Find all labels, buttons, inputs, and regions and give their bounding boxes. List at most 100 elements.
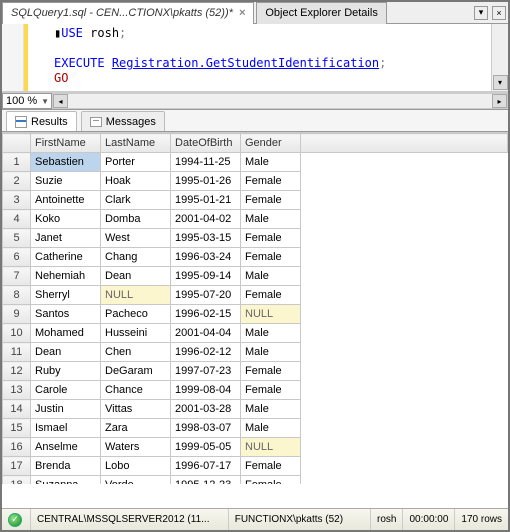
cell[interactable]: Santos bbox=[31, 305, 101, 324]
row-header[interactable]: 1 bbox=[3, 153, 31, 172]
tab-messages[interactable]: Messages bbox=[81, 111, 165, 131]
row-header[interactable]: 12 bbox=[3, 362, 31, 381]
cell[interactable]: Female bbox=[241, 476, 301, 485]
cell[interactable]: 1999-05-05 bbox=[171, 438, 241, 457]
cell[interactable]: Female bbox=[241, 457, 301, 476]
cell[interactable]: Mohamed bbox=[31, 324, 101, 343]
cell[interactable]: NULL bbox=[101, 286, 171, 305]
cell[interactable]: Male bbox=[241, 267, 301, 286]
row-header[interactable]: 14 bbox=[3, 400, 31, 419]
cell[interactable]: Male bbox=[241, 400, 301, 419]
cell[interactable]: Chang bbox=[101, 248, 171, 267]
table-row[interactable]: 2SuzieHoak1995-01-26Female bbox=[3, 172, 508, 191]
cell[interactable]: 1996-07-17 bbox=[171, 457, 241, 476]
cell[interactable]: Ruby bbox=[31, 362, 101, 381]
scroll-left-icon[interactable]: ◂ bbox=[53, 94, 68, 108]
table-row[interactable]: 4KokoDomba2001-04-02Male bbox=[3, 210, 508, 229]
table-row[interactable]: 11DeanChen1996-02-12Male bbox=[3, 343, 508, 362]
cell[interactable]: Male bbox=[241, 419, 301, 438]
cell[interactable]: Domba bbox=[101, 210, 171, 229]
cell[interactable]: Dean bbox=[101, 267, 171, 286]
table-row[interactable]: 14JustinVittas2001-03-28Male bbox=[3, 400, 508, 419]
col-dateofbirth[interactable]: DateOfBirth bbox=[171, 134, 241, 153]
row-header[interactable]: 17 bbox=[3, 457, 31, 476]
cell[interactable]: 1995-01-26 bbox=[171, 172, 241, 191]
cell[interactable]: 1999-08-04 bbox=[171, 381, 241, 400]
col-firstname[interactable]: FirstName bbox=[31, 134, 101, 153]
cell[interactable]: 1996-03-24 bbox=[171, 248, 241, 267]
cell[interactable]: 1998-03-07 bbox=[171, 419, 241, 438]
cell[interactable]: Sherryl bbox=[31, 286, 101, 305]
cell[interactable]: Nehemiah bbox=[31, 267, 101, 286]
tab-object-explorer-details[interactable]: Object Explorer Details bbox=[256, 2, 387, 24]
table-row[interactable]: 10MohamedHusseini2001-04-04Male bbox=[3, 324, 508, 343]
row-header[interactable]: 2 bbox=[3, 172, 31, 191]
cell[interactable]: Porter bbox=[101, 153, 171, 172]
cell[interactable]: Catherine bbox=[31, 248, 101, 267]
editor-hscrollbar[interactable]: ◂ ▸ bbox=[52, 93, 508, 109]
cell[interactable]: Female bbox=[241, 172, 301, 191]
cell[interactable]: Hoak bbox=[101, 172, 171, 191]
cell[interactable]: 1995-12-23 bbox=[171, 476, 241, 485]
table-row[interactable]: 16AnselmeWaters1999-05-05NULL bbox=[3, 438, 508, 457]
row-header[interactable]: 10 bbox=[3, 324, 31, 343]
cell[interactable]: NULL bbox=[241, 438, 301, 457]
sql-editor[interactable]: ▮USE rosh; EXECUTE Registration.GetStude… bbox=[2, 24, 508, 92]
cell[interactable]: Ismael bbox=[31, 419, 101, 438]
cell[interactable]: 2001-03-28 bbox=[171, 400, 241, 419]
row-header[interactable]: 9 bbox=[3, 305, 31, 324]
row-header[interactable]: 15 bbox=[3, 419, 31, 438]
cell[interactable]: 2001-04-02 bbox=[171, 210, 241, 229]
chevron-down-icon[interactable]: ▼ bbox=[41, 97, 51, 106]
cell[interactable]: 1996-02-12 bbox=[171, 343, 241, 362]
tab-results[interactable]: Results bbox=[6, 111, 77, 131]
cell[interactable]: 1996-02-15 bbox=[171, 305, 241, 324]
cell[interactable]: Clark bbox=[101, 191, 171, 210]
row-header[interactable]: 4 bbox=[3, 210, 31, 229]
table-row[interactable]: 18SuzannaVerde1995-12-23Female bbox=[3, 476, 508, 485]
table-row[interactable]: 8SherrylNULL1995-07-20Female bbox=[3, 286, 508, 305]
tab-sqlquery[interactable]: SQLQuery1.sql - CEN...CTIONX\pkatts (52)… bbox=[2, 2, 254, 24]
cell[interactable]: Sebastien bbox=[31, 153, 101, 172]
table-row[interactable]: 15IsmaelZara1998-03-07Male bbox=[3, 419, 508, 438]
cell[interactable]: Lobo bbox=[101, 457, 171, 476]
cell[interactable]: Female bbox=[241, 381, 301, 400]
editor-vscrollbar[interactable]: ▾ bbox=[491, 24, 508, 91]
results-grid-wrapper[interactable]: FirstName LastName DateOfBirth Gender 1S… bbox=[2, 132, 508, 484]
cell[interactable]: 1995-03-15 bbox=[171, 229, 241, 248]
cell[interactable]: DeGaram bbox=[101, 362, 171, 381]
cell[interactable]: Koko bbox=[31, 210, 101, 229]
table-row[interactable]: 7NehemiahDean1995-09-14Male bbox=[3, 267, 508, 286]
results-grid[interactable]: FirstName LastName DateOfBirth Gender 1S… bbox=[2, 133, 508, 484]
table-row[interactable]: 1SebastienPorter1994-11-25Male bbox=[3, 153, 508, 172]
row-header[interactable]: 18 bbox=[3, 476, 31, 485]
row-header[interactable]: 11 bbox=[3, 343, 31, 362]
row-header[interactable]: 7 bbox=[3, 267, 31, 286]
table-row[interactable]: 9SantosPacheco1996-02-15NULL bbox=[3, 305, 508, 324]
cell[interactable]: Vittas bbox=[101, 400, 171, 419]
cell[interactable]: West bbox=[101, 229, 171, 248]
cell[interactable]: Husseini bbox=[101, 324, 171, 343]
cell[interactable]: NULL bbox=[241, 305, 301, 324]
col-lastname[interactable]: LastName bbox=[101, 134, 171, 153]
table-row[interactable]: 17BrendaLobo1996-07-17Female bbox=[3, 457, 508, 476]
cell[interactable]: Janet bbox=[31, 229, 101, 248]
cell[interactable]: Anselme bbox=[31, 438, 101, 457]
cell[interactable]: 1994-11-25 bbox=[171, 153, 241, 172]
cell[interactable]: Chen bbox=[101, 343, 171, 362]
cell[interactable]: Male bbox=[241, 210, 301, 229]
cell[interactable]: 1995-07-20 bbox=[171, 286, 241, 305]
cell[interactable]: Female bbox=[241, 286, 301, 305]
scroll-right-icon[interactable]: ▸ bbox=[492, 94, 507, 108]
editor-code[interactable]: ▮USE rosh; EXECUTE Registration.GetStude… bbox=[24, 24, 390, 91]
table-row[interactable]: 3AntoinetteClark1995-01-21Female bbox=[3, 191, 508, 210]
cell[interactable]: Antoinette bbox=[31, 191, 101, 210]
table-row[interactable]: 13CaroleChance1999-08-04Female bbox=[3, 381, 508, 400]
cell[interactable]: Female bbox=[241, 229, 301, 248]
corner-cell[interactable] bbox=[3, 134, 31, 153]
cell[interactable]: 1995-09-14 bbox=[171, 267, 241, 286]
cell[interactable]: Female bbox=[241, 248, 301, 267]
cell[interactable]: Male bbox=[241, 343, 301, 362]
cell[interactable]: Pacheco bbox=[101, 305, 171, 324]
row-header[interactable]: 8 bbox=[3, 286, 31, 305]
